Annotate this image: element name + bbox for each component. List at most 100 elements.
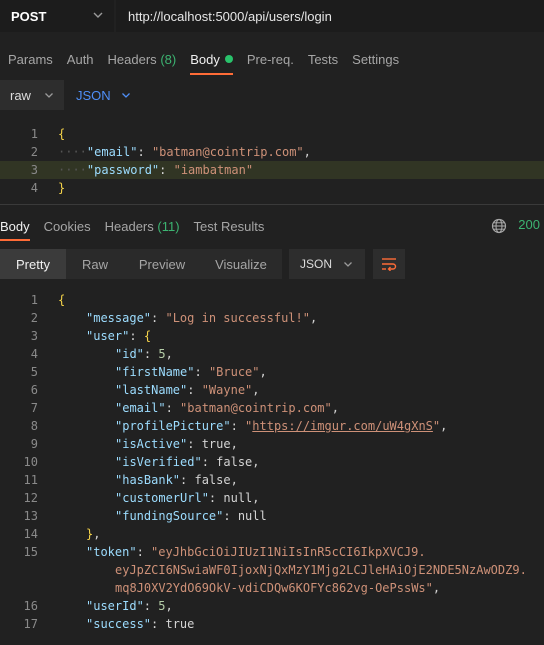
headers-count: (8) (160, 51, 177, 67)
tab-response-headers[interactable]: Headers (11) (105, 219, 180, 234)
code-line: 11 "hasBank": false, (0, 471, 544, 489)
code-line: 2 ····"email": "batman@cointrip.com", (0, 143, 544, 161)
tab-label: Test Results (193, 218, 265, 234)
code-line: 12 "customerUrl": null, (0, 489, 544, 507)
code-line: 1 { (0, 291, 544, 309)
code-line: 17 "success": true (0, 615, 544, 633)
view-label: Visualize (215, 256, 267, 272)
json-value: 5 (158, 347, 166, 361)
method-select[interactable]: POST (0, 0, 114, 32)
response-format-label: JSON (300, 257, 333, 271)
tab-headers[interactable]: Headers (8) (108, 52, 177, 67)
line-number: 14 (23, 527, 38, 541)
view-visualize[interactable]: Visualize (200, 249, 282, 279)
line-number: 4 (30, 181, 38, 195)
response-body-viewer[interactable]: 1 { 2 "message": "Log in successful!", 3… (0, 292, 544, 645)
json-key: "message" (86, 311, 152, 325)
globe-icon[interactable] (491, 218, 507, 234)
json-key: "isVerified" (115, 455, 202, 469)
line-number: 16 (23, 599, 38, 613)
json-value: null (237, 509, 267, 523)
brace: } (58, 181, 66, 195)
tab-tests[interactable]: Tests (308, 52, 338, 67)
view-preview[interactable]: Preview (124, 249, 200, 279)
line-number: 2 (30, 311, 38, 325)
tab-pre-request[interactable]: Pre-req. (247, 52, 294, 67)
tab-label: Tests (307, 51, 339, 67)
body-indicator-dot (224, 54, 233, 63)
wrap-lines-button[interactable] (373, 249, 405, 279)
code-line: 4 "id": 5, (0, 345, 544, 363)
code-line: 7 "email": "batman@cointrip.com", (0, 399, 544, 417)
tab-cookies[interactable]: Cookies (44, 219, 91, 234)
view-pretty[interactable]: Pretty (0, 249, 66, 279)
code-line: 14 }, (0, 525, 544, 543)
json-value: null (223, 491, 253, 505)
pane-divider[interactable] (0, 204, 544, 205)
body-mode-select[interactable]: raw (0, 80, 64, 110)
line-number: 1 (30, 127, 38, 141)
code-line: 8 "profilePicture": "https://imgur.com/u… (0, 417, 544, 435)
tab-body[interactable]: Body (190, 52, 233, 75)
request-tabs: Params Auth Headers (8) Body Pre-req. Te… (0, 44, 413, 75)
json-key: "email" (86, 145, 138, 159)
tab-label: Settings (352, 51, 400, 67)
json-value: "batman@cointrip.com" (180, 401, 332, 415)
line-number: 15 (23, 545, 38, 559)
tab-params[interactable]: Params (8, 52, 53, 67)
tab-settings[interactable]: Settings (352, 52, 399, 67)
line-number: 8 (30, 419, 38, 433)
view-raw[interactable]: Raw (66, 249, 124, 279)
body-language-label: JSON (76, 87, 111, 103)
code-line-highlighted: 3 ····"password": "iambatman" (0, 161, 544, 179)
json-value: eyJpZCI6NSwiaWF0IjoxNjQxMzY1Mjg2LCJleHAi… (115, 563, 527, 577)
line-number: 17 (23, 617, 38, 631)
json-value: "Bruce" (208, 365, 260, 379)
chevron-down-icon (93, 12, 103, 18)
view-label: Preview (138, 256, 186, 272)
json-value: "Log in successful!" (165, 311, 310, 325)
request-body-editor[interactable]: 1 { 2 ····"email": "batman@cointrip.com"… (0, 124, 544, 198)
code-line: 2 "message": "Log in successful!", (0, 309, 544, 327)
json-key: "token" (86, 545, 137, 559)
line-number: 5 (30, 365, 38, 379)
url-text: http://localhost:5000/api/users/login (128, 8, 332, 24)
brace: { (58, 127, 66, 141)
line-number: 3 (30, 163, 38, 177)
tab-label: Cookies (43, 218, 91, 234)
json-key: "firstName" (115, 365, 195, 379)
body-language-select[interactable]: JSON (76, 80, 131, 110)
code-line: 15 "token": "eyJhbGciOiJIUzI1NiIsInR5cCI… (0, 543, 544, 561)
tab-auth[interactable]: Auth (67, 52, 94, 67)
wrap-lines-icon (382, 258, 397, 271)
line-number: 6 (30, 383, 38, 397)
tab-label: Headers (107, 51, 157, 67)
json-value: false (194, 473, 231, 487)
request-url-bar: POST http://localhost:5000/api/users/log… (0, 0, 544, 32)
json-value: true (201, 437, 231, 451)
line-number: 1 (30, 293, 38, 307)
json-key: "userId" (86, 599, 144, 613)
status-code[interactable]: 200 (518, 217, 540, 232)
tab-response-body[interactable]: Body (0, 219, 30, 241)
code-line-wrap: mq8J0XV2YdO69OkV-vdiCDQw6KOFYc862vg-OePs… (115, 581, 441, 595)
line-number: 3 (30, 329, 38, 343)
code-line: 3 "user": { (0, 327, 544, 345)
line-number: 13 (23, 509, 38, 523)
response-format-select[interactable]: JSON (289, 249, 365, 279)
chevron-down-icon (121, 93, 130, 98)
tab-label: Params (8, 51, 53, 67)
json-link-value[interactable]: https://imgur.com/uW4gXnS (252, 419, 433, 433)
json-key: "email" (115, 401, 166, 415)
json-key: "isActive" (115, 437, 188, 451)
json-key: "customerUrl" (115, 491, 209, 505)
code-line: 4 } (0, 179, 544, 197)
json-key: "fundingSource" (115, 509, 224, 523)
url-input[interactable]: http://localhost:5000/api/users/login (116, 0, 544, 32)
code-line: 1 { (0, 125, 544, 143)
body-format-bar: raw JSON (0, 80, 544, 110)
response-view-toggle: Pretty Raw Preview Visualize (0, 249, 282, 279)
json-key: "lastName" (115, 383, 188, 397)
code-line-wrap: eyJpZCI6NSwiaWF0IjoxNjQxMzY1Mjg2LCJleHAi… (0, 561, 544, 579)
tab-test-results[interactable]: Test Results (194, 219, 265, 234)
